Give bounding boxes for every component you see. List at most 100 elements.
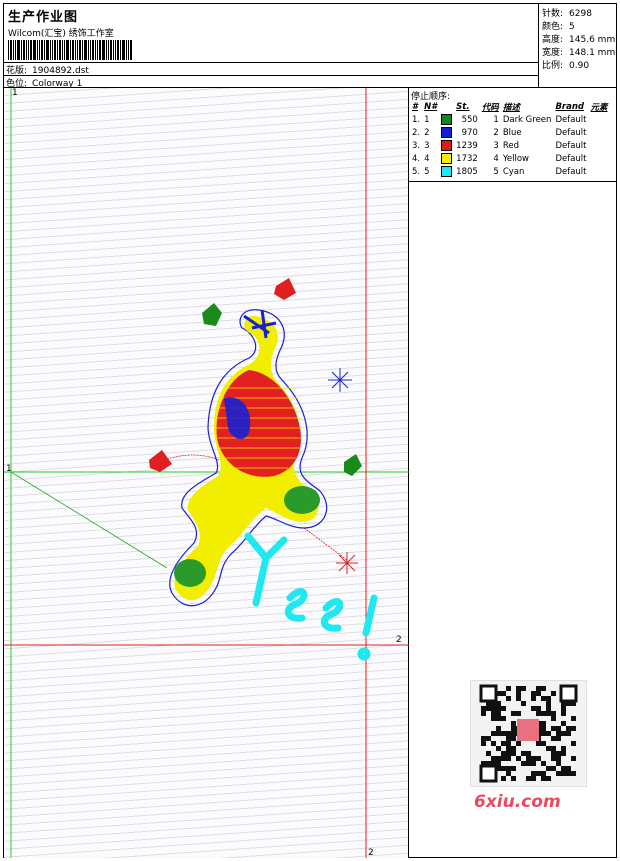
page-title: 生产作业图 xyxy=(8,10,79,25)
header-panel: 生产作业图 Wilcom(汇宝) 绣饰工作室 花版: 1904892.dst 色位… xyxy=(4,4,539,89)
qr-module xyxy=(511,776,516,781)
barcode-bar xyxy=(90,40,91,60)
cell-brand: Default xyxy=(555,114,587,125)
watermark-logo: 6xiu.com xyxy=(474,792,561,812)
qr-module xyxy=(531,761,536,766)
cell-st: 1805 xyxy=(456,166,478,177)
qr-module xyxy=(506,731,511,736)
barcode-bar xyxy=(117,40,119,60)
cell-code: 1 xyxy=(493,114,499,125)
qr-module xyxy=(571,726,576,731)
qr-module xyxy=(561,706,566,711)
col-header: Brand xyxy=(555,101,584,112)
barcode-bar xyxy=(92,40,94,60)
axis-mark-top-left: 1 xyxy=(12,88,18,98)
red-star xyxy=(336,552,358,574)
barcode-bar xyxy=(102,40,105,60)
barcode-bar xyxy=(39,40,40,60)
qr-module xyxy=(531,706,536,711)
qr-module xyxy=(516,711,521,716)
qr-finder xyxy=(559,684,578,703)
design-lettering-cyan xyxy=(244,532,378,661)
qr-module xyxy=(551,756,556,761)
barcode-bar xyxy=(99,40,101,60)
qr-module xyxy=(566,771,571,776)
barcode-bar xyxy=(28,40,29,60)
qr-module xyxy=(511,751,516,756)
table-row: 1. 1 550 1 Dark Green Default xyxy=(410,113,610,126)
qr-module xyxy=(546,746,551,751)
qr-module xyxy=(561,766,566,771)
barcode-bar xyxy=(110,40,112,60)
qr-module xyxy=(496,716,501,721)
barcode-bar xyxy=(46,40,49,60)
qr-finder xyxy=(479,684,498,703)
cell-n: 2 xyxy=(424,127,430,138)
qr-module xyxy=(511,746,516,751)
table-row: 3. 3 1239 3 Red Default xyxy=(410,139,610,152)
qr-module xyxy=(561,731,566,736)
qr-module xyxy=(556,726,561,731)
divider xyxy=(4,75,539,76)
barcode-bar xyxy=(115,40,116,60)
cell-n: 5 xyxy=(424,166,430,177)
qr-module xyxy=(501,716,506,721)
qr-module xyxy=(516,691,521,696)
table-row: 2. 2 970 2 Blue Default xyxy=(410,126,610,139)
qr-module xyxy=(511,726,516,731)
barcode-bar xyxy=(54,40,56,60)
barcode-bar xyxy=(8,40,9,60)
qr-module xyxy=(501,691,506,696)
barcode-bar xyxy=(75,40,76,60)
qr-module xyxy=(526,776,531,781)
qr-module xyxy=(526,756,531,761)
qr-module xyxy=(556,756,561,761)
qr-module xyxy=(496,731,501,736)
barcode-bar xyxy=(57,40,58,60)
cell-desc: Red xyxy=(502,140,519,151)
qr-module xyxy=(521,686,526,691)
jump-line xyxy=(303,527,348,561)
stat-label: 比例: xyxy=(542,61,564,71)
stat-scale: 比例: 0.90 xyxy=(542,58,589,71)
col-header: N# xyxy=(424,101,438,112)
cell-brand: Default xyxy=(555,140,587,151)
qr-module xyxy=(516,741,521,746)
qr-module xyxy=(551,746,556,751)
cell-st: 1239 xyxy=(456,140,478,151)
jump-line xyxy=(10,471,168,569)
qr-module xyxy=(516,756,521,761)
qr-module xyxy=(551,716,556,721)
color-swatch-cell xyxy=(439,152,454,165)
barcode-bar xyxy=(44,40,45,60)
qr-module xyxy=(511,711,516,716)
barcode-bar xyxy=(66,40,69,60)
cell-brand: Default xyxy=(555,153,587,164)
qr-module xyxy=(501,756,506,761)
qr-module xyxy=(491,741,496,746)
qr-module xyxy=(551,766,556,771)
cell-n: 4 xyxy=(424,153,430,164)
qr-module xyxy=(571,741,576,746)
qr-module xyxy=(541,696,546,701)
qr-module xyxy=(501,751,506,756)
color-swatch-cell xyxy=(439,126,454,139)
qr-module xyxy=(546,731,551,736)
qr-module xyxy=(486,751,491,756)
qr-module xyxy=(521,751,526,756)
barcode-bar xyxy=(88,40,89,60)
qr-module xyxy=(561,771,566,776)
cell-st: 1732 xyxy=(456,153,478,164)
qr-finder xyxy=(479,764,498,783)
col-header-swatch xyxy=(439,100,454,113)
cell-code: 4 xyxy=(493,153,499,164)
cell-num: 1. xyxy=(412,114,421,125)
barcode-bar xyxy=(23,40,25,60)
barcode-bar xyxy=(52,40,53,60)
qr-module xyxy=(566,731,571,736)
qr-module xyxy=(506,696,511,701)
axis-mark-bottom: 2 xyxy=(368,848,374,858)
barcode-bar xyxy=(26,40,27,60)
qr-module xyxy=(541,761,546,766)
stat-value: 0.90 xyxy=(569,61,590,71)
